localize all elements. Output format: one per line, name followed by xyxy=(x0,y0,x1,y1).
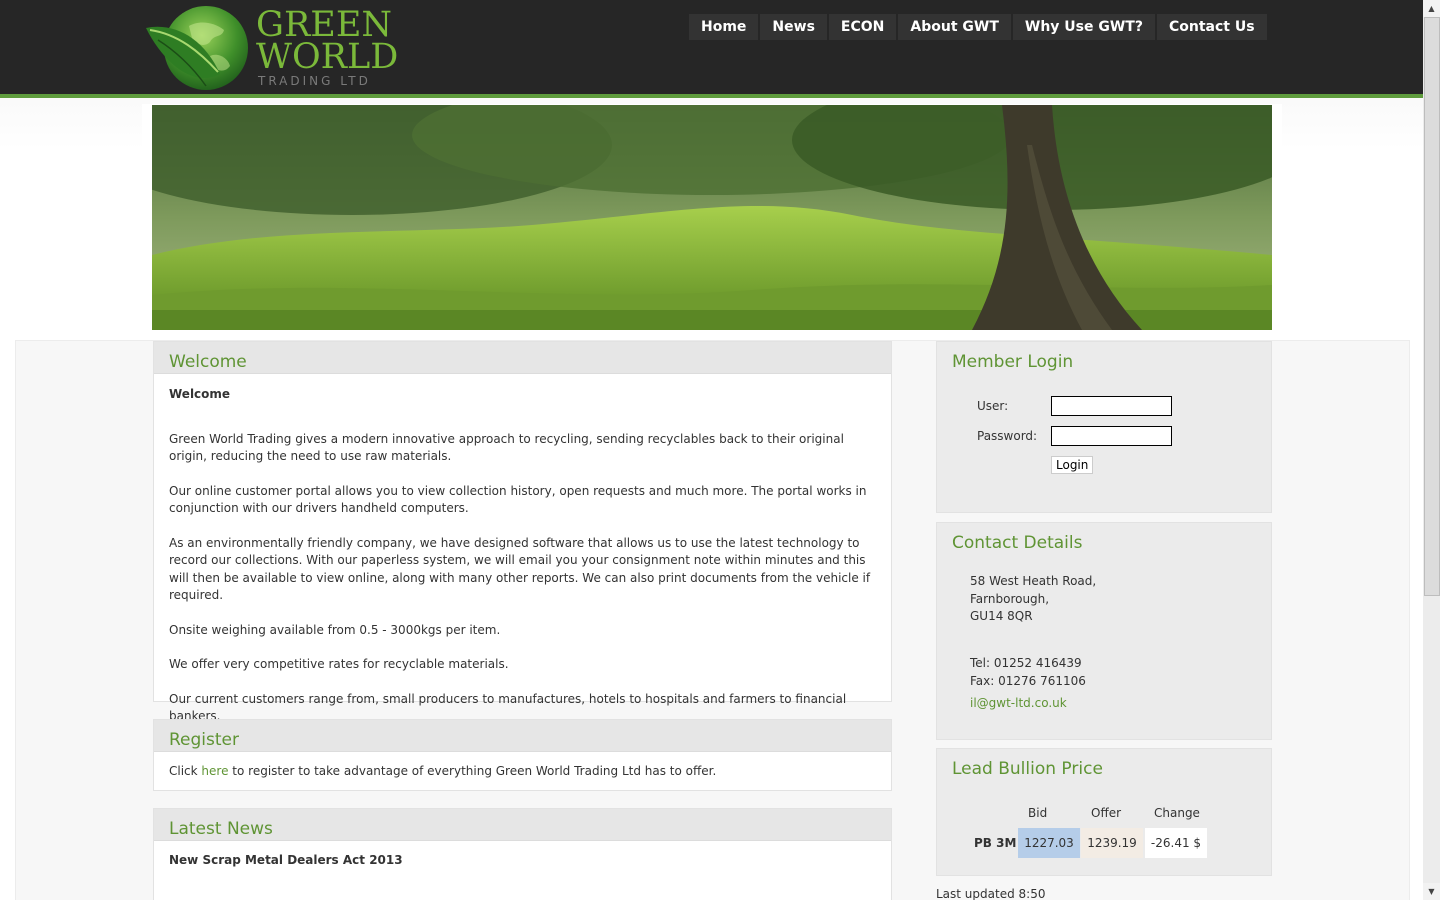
nav-news[interactable]: News xyxy=(760,14,827,40)
bid-header: Bid xyxy=(1028,806,1048,820)
offer-header: Offer xyxy=(1091,806,1122,820)
register-header: Register xyxy=(154,720,891,752)
bid-value: 1227.03 xyxy=(1018,828,1080,858)
address-line: 58 West Heath Road, xyxy=(970,574,1097,588)
main-nav: Home News ECON About GWT Why Use GWT? Co… xyxy=(689,14,1269,40)
member-login-box: Member Login User: Password: Login xyxy=(936,341,1272,513)
news-header: Latest News xyxy=(154,809,891,841)
user-input[interactable] xyxy=(1051,396,1172,416)
change-value: -26.41 $ xyxy=(1145,828,1207,858)
fax-number: Fax: 01276 761106 xyxy=(970,673,1086,688)
welcome-title: Welcome xyxy=(169,352,247,372)
park-landscape-image xyxy=(152,105,1272,330)
contact-email-link[interactable]: il@gwt-ltd.co.uk xyxy=(970,696,1067,710)
register-title: Register xyxy=(169,730,239,750)
nav-about[interactable]: About GWT xyxy=(898,14,1011,40)
nav-contact[interactable]: Contact Us xyxy=(1156,14,1267,40)
globe-leaf-icon xyxy=(146,6,248,90)
register-text: Click here to register to take advantage… xyxy=(169,763,876,781)
register-text-after: to register to take advantage of everyth… xyxy=(228,764,717,778)
welcome-paragraph: As an environmentally friendly company, … xyxy=(169,535,871,603)
logo-text-trading: TRADING LTD xyxy=(258,74,371,88)
contact-details-box: Contact Details 58 West Heath Road, Farn… xyxy=(936,522,1272,740)
contact-address: 58 West Heath Road, Farnborough, GU14 8Q… xyxy=(970,573,1096,626)
nav-home[interactable]: Home xyxy=(689,14,759,40)
address-line: GU14 8QR xyxy=(970,609,1033,623)
password-input[interactable] xyxy=(1051,426,1172,446)
scrollbar-thumb[interactable] xyxy=(1424,17,1440,596)
logo-text-world: WORLD xyxy=(256,37,399,77)
login-header: Member Login xyxy=(937,342,1271,373)
site-logo[interactable]: GREEN WORLD TRADING LTD xyxy=(144,4,398,92)
site-header: GREEN WORLD TRADING LTD Home News ECON A… xyxy=(0,0,1423,94)
header-accent-line xyxy=(0,94,1423,98)
welcome-paragraph: Green World Trading gives a modern innov… xyxy=(169,431,844,464)
welcome-subtitle: Welcome xyxy=(169,387,231,401)
login-button[interactable]: Login xyxy=(1051,456,1094,474)
news-headline[interactable]: New Scrap Metal Dealers Act 2013 xyxy=(169,852,876,870)
change-header: Change xyxy=(1154,806,1200,820)
register-text-before: Click xyxy=(169,764,202,778)
scroll-down-arrow-icon[interactable]: ▼ xyxy=(1423,883,1440,900)
tel-number: Tel: 01252 416439 xyxy=(970,656,1082,670)
news-title: Latest News xyxy=(169,819,273,839)
last-updated: Last updated 8:50 xyxy=(936,887,1046,900)
contact-phone: Tel: 01252 416439 Fax: 01276 761106 xyxy=(970,655,1086,690)
contact-title: Contact Details xyxy=(952,533,1083,553)
welcome-paragraph: We offer very competitive rates for recy… xyxy=(169,657,509,671)
login-title: Member Login xyxy=(952,352,1074,372)
page: GREEN WORLD TRADING LTD Home News ECON A… xyxy=(0,0,1423,900)
nav-econ[interactable]: ECON xyxy=(828,14,897,40)
bullion-header: Lead Bullion Price xyxy=(937,749,1271,780)
price-row-label: PB 3M xyxy=(974,836,1017,850)
banner-image xyxy=(152,105,1272,330)
user-label: User: xyxy=(977,399,1009,413)
bullion-title: Lead Bullion Price xyxy=(952,759,1103,779)
scroll-up-arrow-icon[interactable]: ▲ xyxy=(1423,0,1440,17)
address-line: Farnborough, xyxy=(970,591,1050,606)
register-link[interactable]: here xyxy=(201,764,228,778)
latest-news-box: Latest News New Scrap Metal Dealers Act … xyxy=(153,808,892,900)
contact-header: Contact Details xyxy=(937,523,1271,554)
nav-why-use[interactable]: Why Use GWT? xyxy=(1012,14,1155,40)
password-label: Password: xyxy=(977,429,1038,443)
welcome-box: Welcome Welcome Green World Trading give… xyxy=(153,341,892,723)
welcome-header: Welcome xyxy=(154,342,891,374)
vertical-scrollbar[interactable]: ▲ ▼ xyxy=(1423,0,1440,900)
offer-value: 1239.19 xyxy=(1081,828,1143,858)
lead-bullion-box: Lead Bullion Price Bid Offer Change PB 3… xyxy=(936,748,1272,876)
register-box: Register Click here to register to take … xyxy=(153,719,892,791)
welcome-paragraph: Our online customer portal allows you to… xyxy=(169,483,867,516)
welcome-paragraph: Onsite weighing available from 0.5 - 300… xyxy=(169,622,501,637)
